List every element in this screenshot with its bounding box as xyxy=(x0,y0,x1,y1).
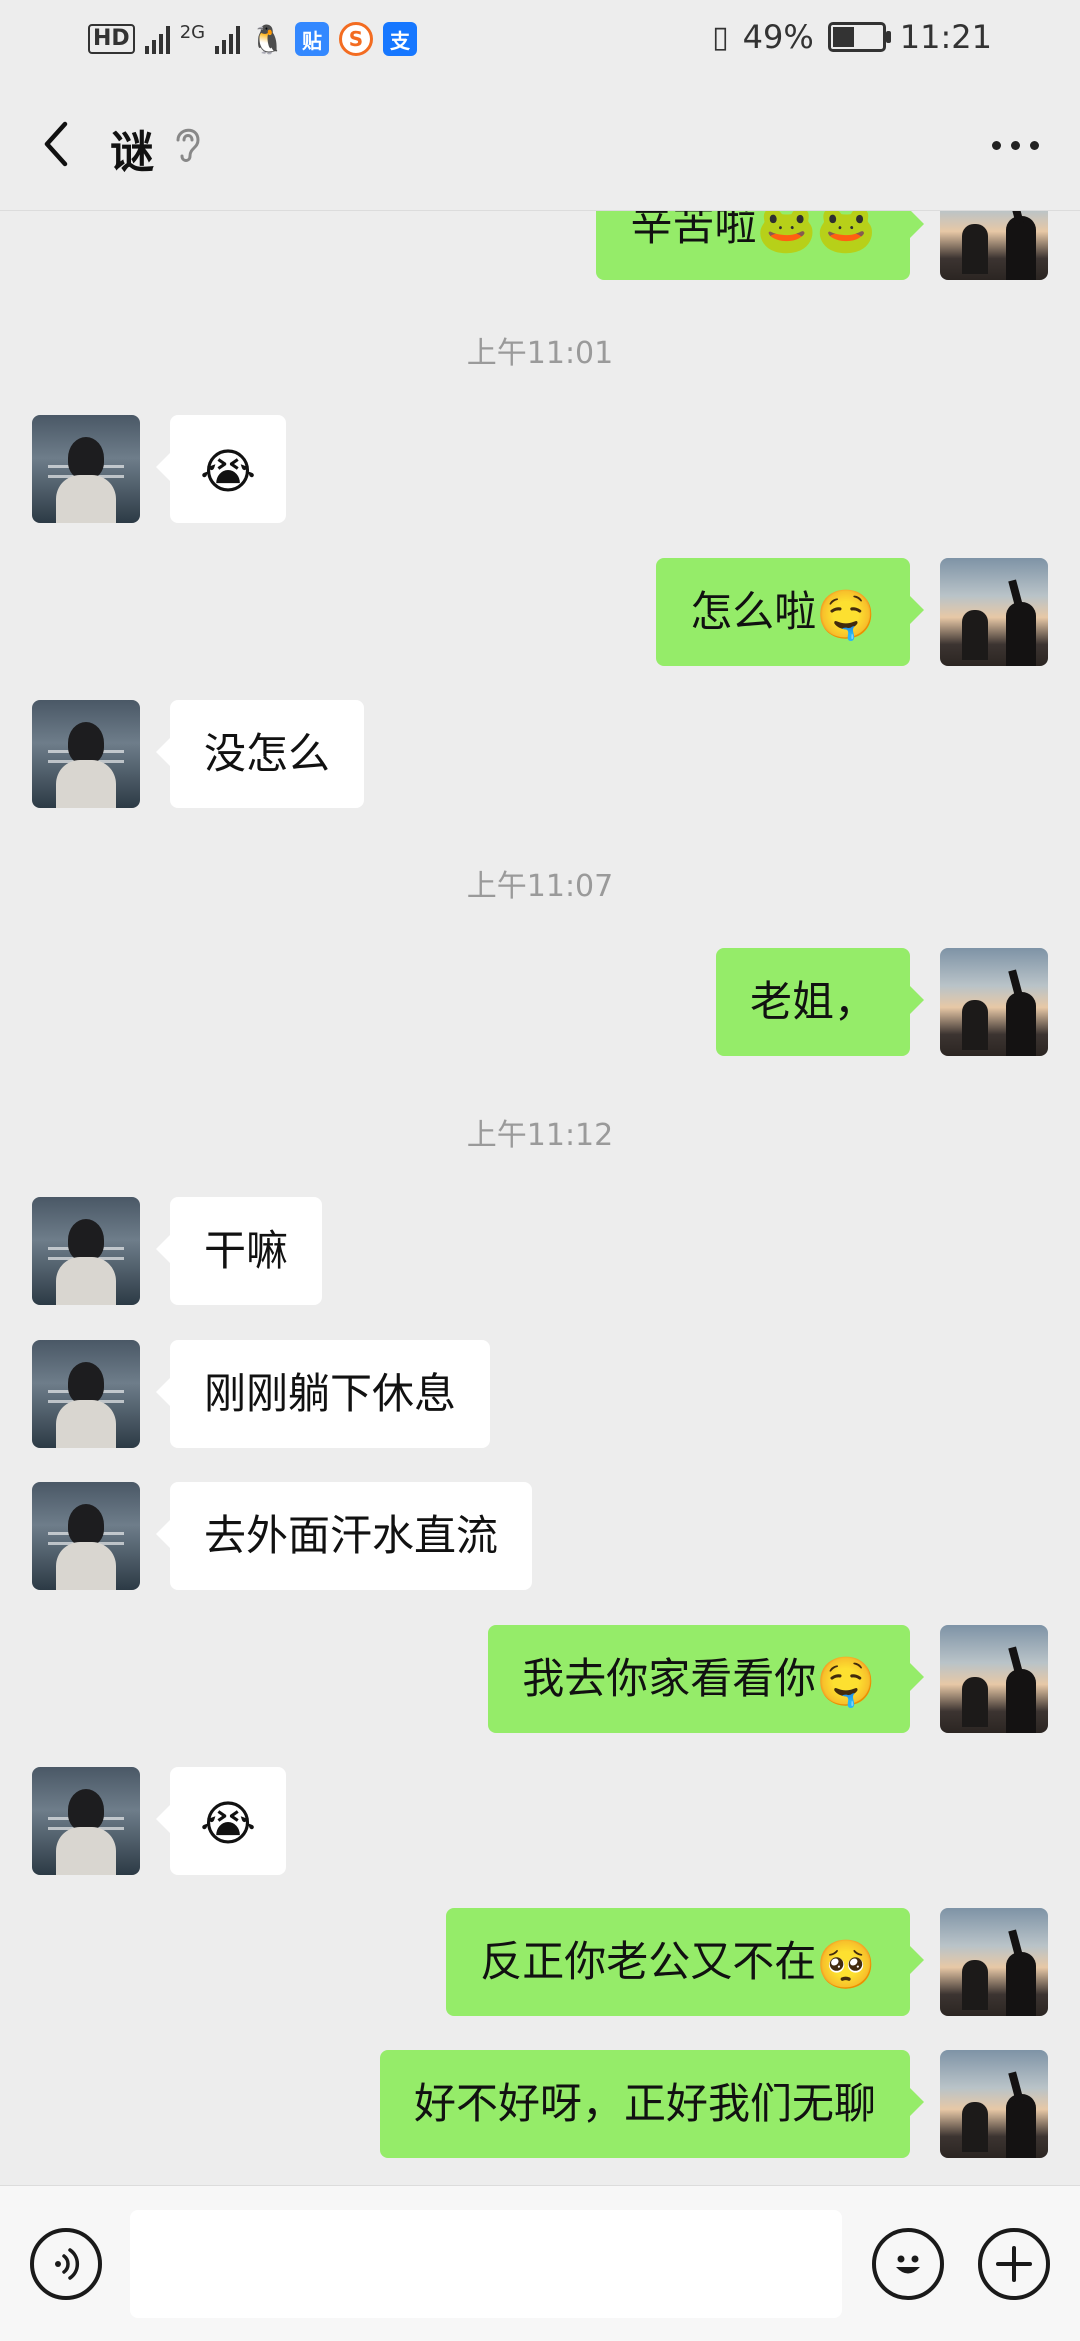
contact-avatar[interactable] xyxy=(32,1482,140,1590)
smiley-icon xyxy=(896,2255,920,2274)
my-avatar[interactable] xyxy=(940,2050,1048,2158)
message-text: 干嘛 xyxy=(204,1226,289,1275)
message-text: 怎么啦 xyxy=(690,587,817,636)
message-text: 辛苦啦 xyxy=(630,210,757,250)
crying-emoji-icon: 😭 xyxy=(200,443,257,500)
back-button[interactable] xyxy=(30,118,82,170)
chat-title: 谜 xyxy=(110,127,154,178)
battery-fill xyxy=(832,27,855,47)
message-bubble-incoming[interactable]: 去外面汗水直流 xyxy=(155,1482,533,1590)
more-features-button[interactable] xyxy=(978,2228,1050,2300)
message-bubble-incoming[interactable]: 没怎么 xyxy=(155,700,365,808)
my-avatar[interactable] xyxy=(940,210,1048,280)
qq-icon: 🐧 xyxy=(250,22,285,56)
input-bar xyxy=(0,2185,1080,2341)
status-right: ▯ 49% 11:21 xyxy=(712,18,992,56)
message-text: 去外面汗水直流 xyxy=(204,1511,499,1560)
message-text: 好不好呀，正好我们无聊 xyxy=(413,2079,876,2128)
message-bubble-outgoing[interactable]: 怎么啦🤤 xyxy=(656,558,924,666)
message-bubble-outgoing[interactable]: 老姐， xyxy=(715,948,925,1056)
pleading-emoji-icon: 🥺 xyxy=(816,1936,876,1993)
message-list[interactable]: 辛苦啦🐸🐸 上午11:01 😭 怎么啦🤤 没怎么 上午11:07 老姐， 上午1… xyxy=(0,210,1080,2185)
message-bubble-incoming[interactable]: 😭 xyxy=(155,1767,287,1875)
battery-icon xyxy=(827,22,891,52)
message-bubble-outgoing[interactable]: 反正你老公又不在🥺 xyxy=(446,1908,924,2016)
sogou-icon: S xyxy=(338,22,373,56)
dot-icon xyxy=(1010,140,1020,150)
battery-percent: 49% xyxy=(742,18,814,56)
drooling-emoji-icon: 🤤 xyxy=(816,586,876,643)
vibrate-icon: ▯ xyxy=(712,19,729,55)
timestamp: 上午11:12 xyxy=(466,1118,614,1153)
chevron-left-icon xyxy=(44,121,68,167)
contact-avatar[interactable] xyxy=(32,700,140,808)
signal-2-icon xyxy=(215,24,241,54)
earpiece-mode-icon xyxy=(176,128,200,162)
contact-avatar[interactable] xyxy=(32,415,140,523)
message-text: 老姐， xyxy=(749,977,876,1026)
hd-badge: HD xyxy=(88,24,135,54)
message-bubble-incoming[interactable]: 干嘛 xyxy=(155,1197,323,1305)
voice-icon xyxy=(55,2248,80,2280)
signal-icon xyxy=(144,24,170,54)
message-text: 刚刚躺下休息 xyxy=(204,1369,457,1418)
message-text: 我去你家看看你 xyxy=(522,1654,817,1703)
message-text: 反正你老公又不在 xyxy=(480,1937,817,1986)
message-input[interactable] xyxy=(130,2210,842,2318)
status-bar: HD 2G 🐧 贴 S 支 ▯ 49% 11:21 xyxy=(0,0,1080,80)
my-avatar[interactable] xyxy=(940,1908,1048,2016)
plus-icon xyxy=(996,2246,1032,2282)
voice-input-button[interactable] xyxy=(30,2228,102,2300)
my-avatar[interactable] xyxy=(940,948,1048,1056)
drooling-emoji-icon: 🤤 xyxy=(816,1653,876,1710)
message-bubble-incoming[interactable]: 😭 xyxy=(155,415,287,523)
message-bubble-outgoing[interactable]: 辛苦啦🐸🐸 xyxy=(596,210,924,280)
network-2g-label: 2G xyxy=(179,22,206,43)
clock: 11:21 xyxy=(899,18,992,56)
dot-icon xyxy=(991,140,1001,150)
tieba-icon: 贴 xyxy=(294,22,329,56)
message-bubble-outgoing[interactable]: 我去你家看看你🤤 xyxy=(488,1625,924,1733)
message-bubble-outgoing[interactable]: 好不好呀，正好我们无聊 xyxy=(379,2050,925,2158)
my-avatar[interactable] xyxy=(940,558,1048,666)
message-text: 没怎么 xyxy=(204,729,331,778)
emoji-button[interactable] xyxy=(872,2228,944,2300)
my-avatar[interactable] xyxy=(940,1625,1048,1733)
contact-avatar[interactable] xyxy=(32,1767,140,1875)
dot-icon xyxy=(1029,140,1039,150)
crying-emoji-icon: 😭 xyxy=(200,1795,257,1852)
alipay-icon: 支 xyxy=(382,22,417,56)
contact-avatar[interactable] xyxy=(32,1197,140,1305)
timestamp: 上午11:01 xyxy=(466,336,614,371)
timestamp: 上午11:07 xyxy=(466,869,614,904)
more-options-button[interactable] xyxy=(980,120,1050,170)
frog-emoji-icon: 🐸🐸 xyxy=(756,210,876,257)
contact-avatar[interactable] xyxy=(32,1340,140,1448)
message-bubble-incoming[interactable]: 刚刚躺下休息 xyxy=(155,1340,491,1448)
chat-header: 谜 xyxy=(0,80,1080,211)
status-left: HD 2G 🐧 贴 S 支 xyxy=(88,22,417,56)
